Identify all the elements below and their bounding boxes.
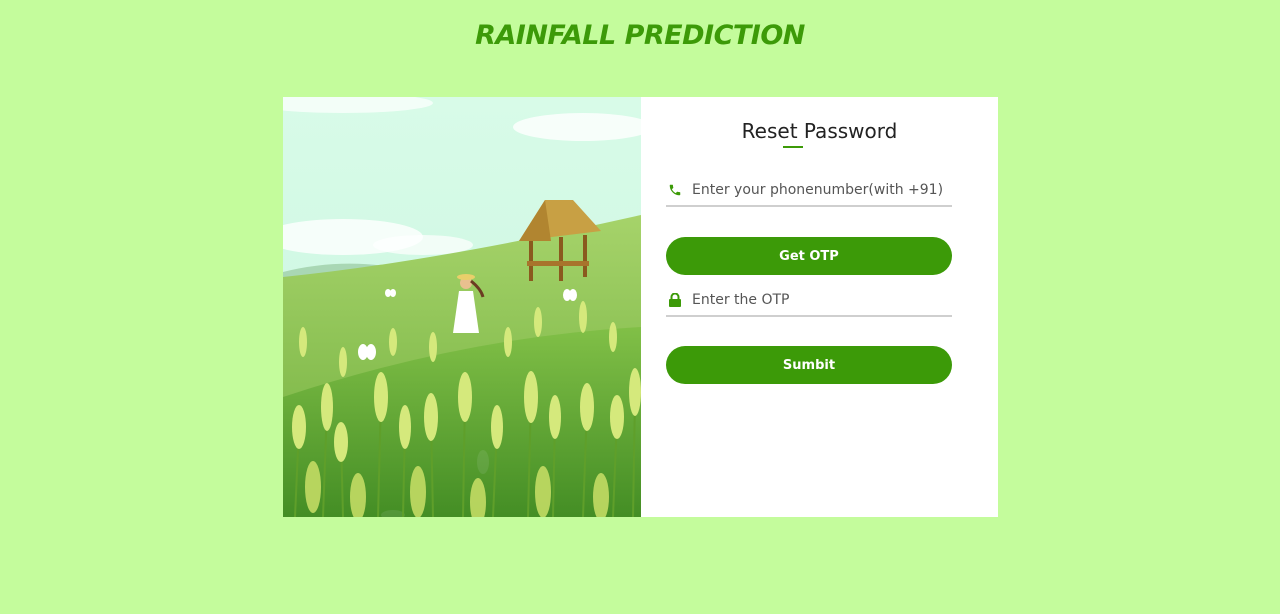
otp-input[interactable] (692, 292, 947, 308)
phone-icon (666, 181, 684, 199)
get-otp-button[interactable]: Get OTP (666, 237, 952, 275)
title-underline (783, 146, 803, 148)
otp-field (666, 285, 952, 317)
form-title: Reset Password (741, 119, 898, 143)
app-title: RAINFALL PREDICTION (475, 20, 805, 51)
phone-input[interactable] (692, 182, 947, 198)
phone-field (666, 175, 952, 207)
reset-password-card: Reset Password Get OTP Sumbit (283, 97, 998, 517)
submit-button[interactable]: Sumbit (666, 346, 952, 384)
lock-icon (666, 291, 684, 309)
wheat-field-illustration (283, 97, 641, 517)
reset-password-form: Reset Password Get OTP Sumbit (641, 97, 998, 517)
